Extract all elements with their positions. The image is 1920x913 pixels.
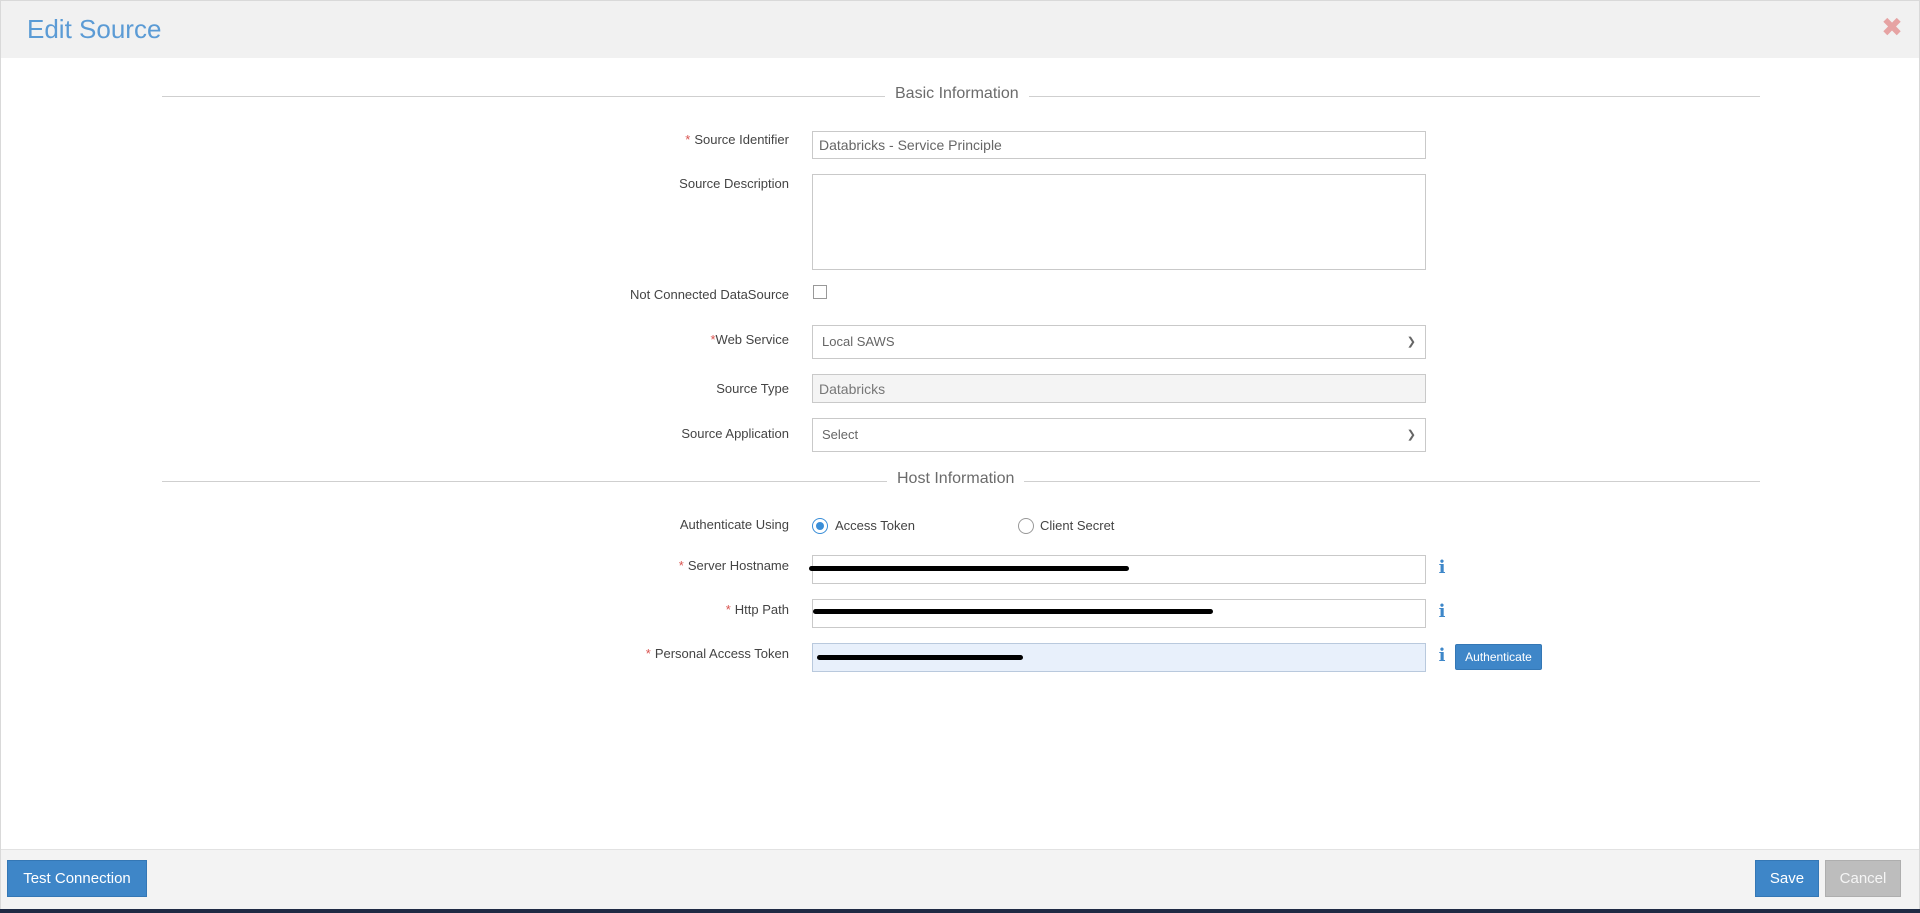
source-application-label: Source Application bbox=[681, 426, 789, 441]
dialog-title: Edit Source bbox=[27, 14, 162, 44]
host-info-heading: Host Information bbox=[887, 470, 1025, 488]
source-type-label: Source Type bbox=[716, 381, 789, 396]
info-icon[interactable]: i bbox=[1435, 603, 1449, 621]
source-description-label: Source Description bbox=[679, 176, 789, 191]
client-secret-radio[interactable] bbox=[1018, 518, 1034, 534]
client-secret-label: Client Secret bbox=[1040, 518, 1115, 533]
cancel-button[interactable]: Cancel bbox=[1825, 860, 1901, 897]
web-service-select[interactable]: Local SAWS ❯ bbox=[812, 325, 1426, 359]
save-button[interactable]: Save bbox=[1755, 860, 1819, 897]
not-connected-label: Not Connected DataSource bbox=[630, 287, 789, 302]
chevron-down-icon: ❯ bbox=[1406, 336, 1416, 348]
taskbar-edge bbox=[0, 909, 1920, 913]
source-application-select[interactable]: Select ❯ bbox=[812, 418, 1426, 452]
access-token-radio[interactable] bbox=[812, 518, 828, 534]
dialog-header: Edit Source ✖ bbox=[1, 1, 1919, 58]
authenticate-button[interactable]: Authenticate bbox=[1455, 644, 1542, 670]
basic-info-heading: Basic Information bbox=[885, 85, 1029, 103]
redaction-mark bbox=[817, 655, 1023, 660]
personal-access-token-label: * Personal Access Token bbox=[645, 646, 789, 661]
http-path-label: * Http Path bbox=[725, 602, 789, 617]
source-identifier-label: * Source Identifier bbox=[685, 132, 789, 147]
test-connection-button[interactable]: Test Connection bbox=[7, 860, 147, 897]
source-identifier-input[interactable] bbox=[812, 131, 1426, 159]
source-type-input bbox=[812, 374, 1426, 403]
not-connected-checkbox[interactable] bbox=[813, 285, 827, 299]
server-hostname-label: * Server Hostname bbox=[678, 558, 789, 573]
redaction-mark bbox=[809, 566, 1129, 571]
close-x-icon[interactable]: ✖ bbox=[1879, 15, 1905, 41]
web-service-label: *Web Service bbox=[710, 332, 789, 347]
authenticate-using-label: Authenticate Using bbox=[679, 517, 789, 532]
info-icon[interactable]: i bbox=[1435, 559, 1449, 577]
redaction-mark bbox=[813, 609, 1213, 614]
edit-source-dialog: Edit Source ✖ Basic Information * Source … bbox=[0, 0, 1920, 911]
web-service-selected: Local SAWS bbox=[822, 334, 895, 349]
source-application-selected: Select bbox=[822, 427, 859, 442]
access-token-label: Access Token bbox=[835, 518, 915, 533]
source-description-textarea[interactable] bbox=[812, 174, 1426, 270]
info-icon[interactable]: i bbox=[1435, 647, 1449, 665]
chevron-down-icon: ❯ bbox=[1406, 429, 1416, 441]
dialog-footer bbox=[1, 849, 1919, 911]
